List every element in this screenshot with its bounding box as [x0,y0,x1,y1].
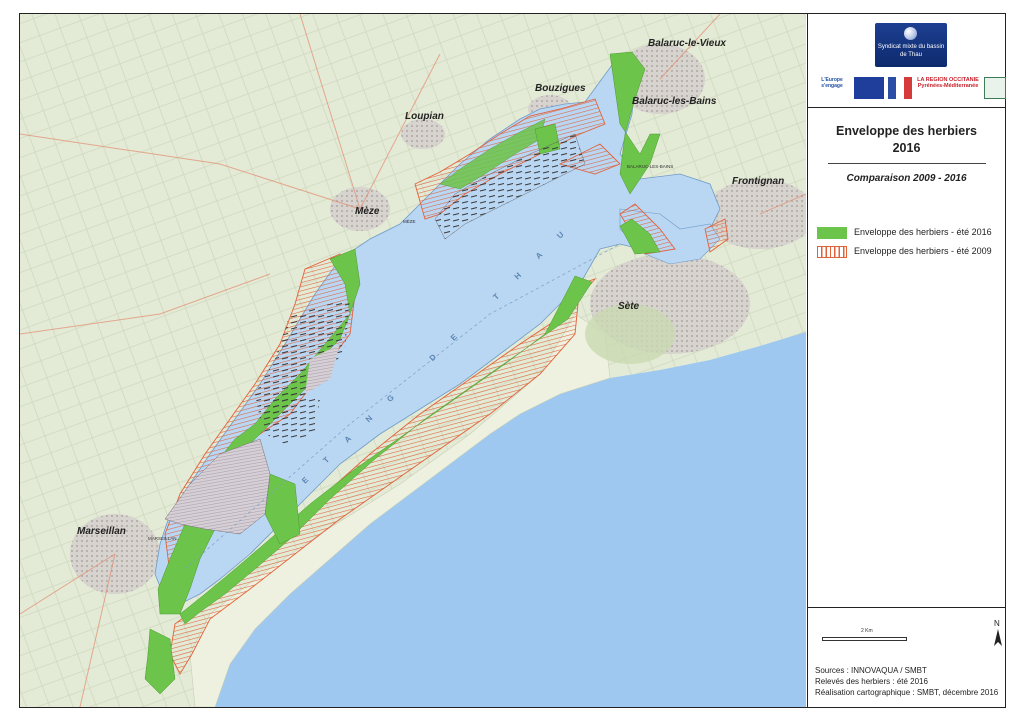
label-marseillan-port: MARSEILLAN [148,536,177,541]
globe-icon [904,27,917,40]
credits-releves: Relevés des herbiers : été 2016 [815,677,928,686]
label-frontignan: Frontignan [732,176,784,187]
credits-sources: Sources : INNOVAQUA / SMBT [815,666,927,675]
mont-saint-clair [585,304,675,364]
credits-realisation: Réalisation cartographique : SMBT, décem… [815,688,999,697]
title-rule [828,163,986,164]
label-balaruc-les-bains: Balaruc-les-Bains [632,96,717,107]
label-balaruc-le-vieux: Balaruc-le-Vieux [648,38,726,49]
agence-eau-icon [984,77,1006,99]
legend-swatch-2016 [817,227,847,239]
europe-engage-logo: L'Europe s'engage [821,77,843,89]
map-subtitle: Comparaison 2009 - 2016 [846,173,967,184]
map-title-line2: 2016 [892,141,921,155]
credits: Sources : INNOVAQUA / SMBT Relevés des h… [815,665,998,698]
scale-label: 2 Km [861,628,873,634]
panel-divider-bottom [808,607,1005,608]
label-bouzigues: Bouzigues [535,83,586,94]
north-label: N [994,619,1000,628]
legend-label-2009: Enveloppe des herbiers - été 2009 [854,246,992,256]
legend-panel: Syndicat mixte du bassin de Thau L'Europ… [807,14,1006,707]
map-area[interactable]: ETANGDETHAU Balaruc-le-Vieux Bouzigues B… [20,14,806,707]
label-marseillan: Marseillan [77,526,126,537]
north-arrow-icon: N [994,619,1002,646]
legend-swatch-2009 [817,246,847,258]
label-loupian: Loupian [405,111,444,122]
map-canvas[interactable]: ETANGDETHAU Balaruc-le-Vieux Bouzigues B… [20,14,806,707]
scale-bar [822,637,907,641]
label-meze-port: MÈZE [403,218,416,224]
label-balaruc-port: BALARUC-LES-BAINS [627,164,673,169]
label-meze: Mèze [355,206,380,217]
french-republic-icon [888,77,912,99]
smbt-logo: Syndicat mixte du bassin de Thau [875,23,947,67]
legend-label-2016: Enveloppe des herbiers - été 2016 [854,227,992,237]
eu-flag-icon [854,77,884,99]
smbt-logo-text: Syndicat mixte du bassin de Thau [877,44,945,58]
panel-divider-top [808,107,1005,108]
region-occitanie-logo: LA RÉGION OCCITANIE Pyrénées-Méditerrané… [916,77,980,99]
partner-logos: L'Europe s'engage LA RÉGION OCCITANIE Py… [814,77,1006,101]
map-title-line1: Enveloppe des herbiers [835,124,978,138]
label-sete: Sète [618,301,640,312]
town-loupian [401,119,445,149]
